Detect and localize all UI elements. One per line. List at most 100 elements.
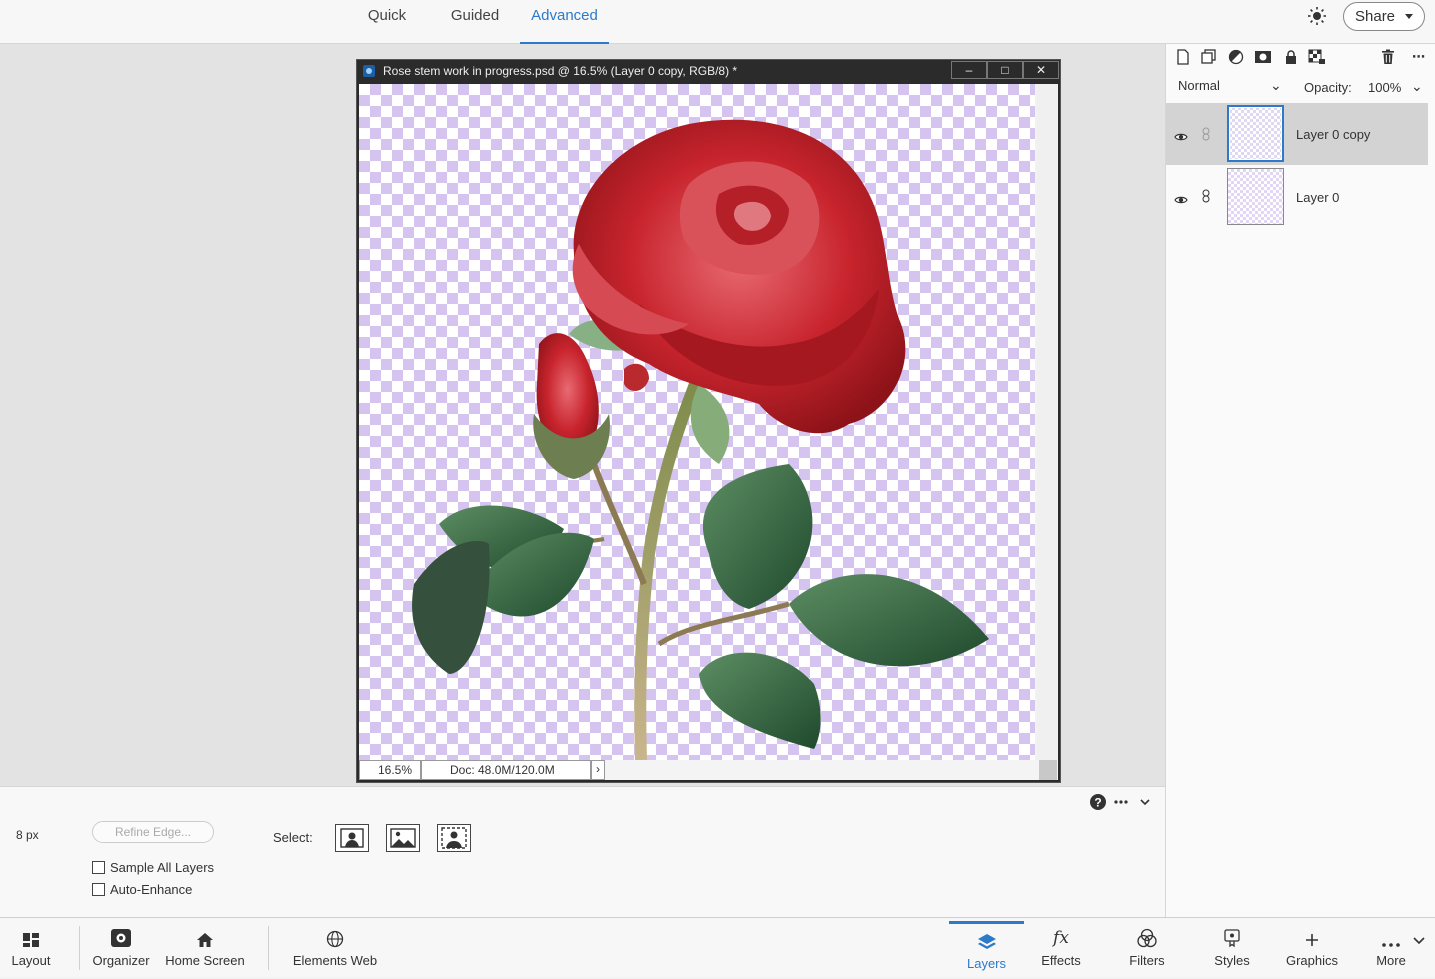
close-button[interactable]: ✕ (1023, 61, 1059, 79)
checkbox-icon[interactable] (92, 861, 105, 874)
filters-button[interactable]: Filters (1115, 918, 1179, 976)
select-sky-icon (390, 828, 416, 848)
layout-icon (23, 933, 39, 947)
select-label: Select: (273, 830, 313, 845)
layout-button[interactable]: Layout (0, 918, 62, 976)
new-group-icon[interactable] (1200, 48, 1218, 66)
bottom-taskbar: Layout Organizer Home Screen Elements We… (0, 917, 1435, 977)
auto-enhance-label: Auto-Enhance (110, 882, 193, 897)
refine-edge-button[interactable]: Refine Edge... (92, 821, 214, 843)
layers-button[interactable]: Layers (949, 921, 1024, 979)
select-background-button[interactable] (437, 824, 471, 852)
home-icon (197, 933, 213, 947)
tab-advanced[interactable]: Advanced (520, 0, 609, 44)
tool-options-bar: 8 px Refine Edge... Sample All Layers Au… (0, 786, 1165, 917)
filters-label: Filters (1129, 953, 1165, 968)
layer-row[interactable]: Layer 0 (1166, 165, 1428, 227)
organizer-button[interactable]: Organizer (88, 918, 154, 976)
resize-corner[interactable] (1039, 760, 1057, 780)
plus-icon (1306, 934, 1318, 946)
brush-size-value[interactable]: 8 px (16, 828, 39, 842)
organizer-icon (111, 929, 131, 947)
adjustment-layer-icon[interactable] (1227, 48, 1245, 66)
link-icon[interactable] (1202, 127, 1210, 141)
tab-guided[interactable]: Guided (440, 0, 510, 44)
chevron-down-icon[interactable]: ⌄ (1270, 77, 1282, 94)
layers-icon (977, 934, 996, 949)
document-window[interactable]: Rose stem work in progress.psd @ 16.5% (… (356, 59, 1061, 783)
chevron-down-icon[interactable]: ⌄ (1411, 78, 1423, 95)
share-button[interactable]: Share (1343, 2, 1425, 31)
svg-text:?: ? (1094, 796, 1101, 810)
canvas[interactable] (359, 84, 1058, 760)
select-sky-button[interactable] (386, 824, 420, 852)
chevron-down-icon (1405, 14, 1413, 19)
layers-label: Layers (966, 956, 1007, 971)
elements-web-button[interactable]: Elements Web (290, 918, 380, 976)
tab-quick[interactable]: Quick (356, 0, 418, 44)
styles-label: Styles (1214, 953, 1250, 968)
auto-enhance-checkbox[interactable]: Auto-Enhance (92, 882, 192, 897)
minimize-icon: – (965, 63, 973, 77)
document-info: Doc: 48.0M/120.0M (421, 760, 591, 780)
opacity-field[interactable]: 100% (1368, 80, 1401, 95)
photoshop-elements-icon (363, 65, 375, 77)
rose-image (412, 119, 989, 760)
opacity-label: Opacity: (1304, 80, 1352, 95)
eye-icon[interactable] (1174, 129, 1188, 141)
styles-button[interactable]: Styles (1203, 918, 1261, 976)
more-label: More (1376, 953, 1406, 968)
more-icon (1382, 943, 1400, 947)
trash-icon[interactable] (1379, 48, 1397, 66)
elements-web-label: Elements Web (292, 953, 378, 968)
chevron-right-icon[interactable]: › (591, 760, 605, 780)
globe-icon (326, 930, 344, 948)
layer-row[interactable]: Layer 0 copy (1166, 103, 1428, 165)
layers-toolbar: ⋯ (1166, 44, 1435, 72)
select-background-icon (441, 827, 467, 849)
sun-icon[interactable] (1305, 6, 1329, 26)
more-icon[interactable] (1114, 800, 1128, 804)
chevron-down-icon[interactable] (1140, 799, 1150, 806)
chevron-down-icon[interactable] (1413, 932, 1425, 950)
graphics-label: Graphics (1285, 953, 1339, 968)
tool-options-controls: ? (1088, 792, 1158, 812)
vertical-scrollbar[interactable] (1037, 84, 1057, 760)
filters-icon (1137, 928, 1157, 948)
layout-label: Layout (11, 953, 51, 968)
maximize-button[interactable]: □ (987, 61, 1023, 79)
lock-transparency-icon[interactable] (1308, 48, 1326, 66)
help-icon[interactable]: ? (1090, 794, 1106, 810)
effects-label: Effects (1041, 953, 1081, 968)
document-title: Rose stem work in progress.psd @ 16.5% (… (383, 64, 738, 78)
sample-all-layers-checkbox[interactable]: Sample All Layers (92, 860, 214, 875)
divider (268, 926, 269, 970)
zoom-field[interactable]: 16.5% (359, 760, 421, 780)
checkbox-icon[interactable] (92, 883, 105, 896)
layer-name: Layer 0 copy (1296, 127, 1371, 142)
layer-thumbnail[interactable] (1227, 168, 1284, 225)
more-button[interactable]: More (1366, 918, 1416, 976)
document-statusbar: 16.5% Doc: 48.0M/120.0M › (359, 760, 1058, 780)
lock-icon[interactable] (1282, 48, 1300, 66)
eye-icon[interactable] (1174, 192, 1188, 204)
styles-icon (1224, 929, 1240, 948)
share-label: Share (1355, 8, 1396, 25)
layer-name: Layer 0 (1296, 190, 1340, 205)
layers-panel: ⋯ Normal ⌄ Opacity: 100% ⌄ Layer 0 copy … (1165, 44, 1435, 917)
more-icon[interactable]: ⋯ (1410, 48, 1428, 66)
select-subject-button[interactable] (335, 824, 369, 852)
layer-thumbnail[interactable] (1227, 105, 1284, 162)
layer-mask-icon[interactable] (1254, 48, 1272, 66)
graphics-button[interactable]: Graphics (1280, 918, 1344, 976)
effects-button[interactable]: fx Effects (1030, 918, 1092, 976)
close-icon: ✕ (1035, 63, 1047, 77)
new-layer-icon[interactable] (1174, 48, 1192, 66)
home-screen-label: Home Screen (165, 953, 245, 968)
minimize-button[interactable]: – (951, 61, 987, 79)
maximize-icon: □ (1001, 63, 1009, 77)
select-subject-icon (340, 828, 364, 848)
link-icon[interactable] (1202, 189, 1210, 203)
mode-bar: Quick Guided Advanced Share (0, 0, 1435, 44)
home-screen-button[interactable]: Home Screen (163, 918, 247, 976)
